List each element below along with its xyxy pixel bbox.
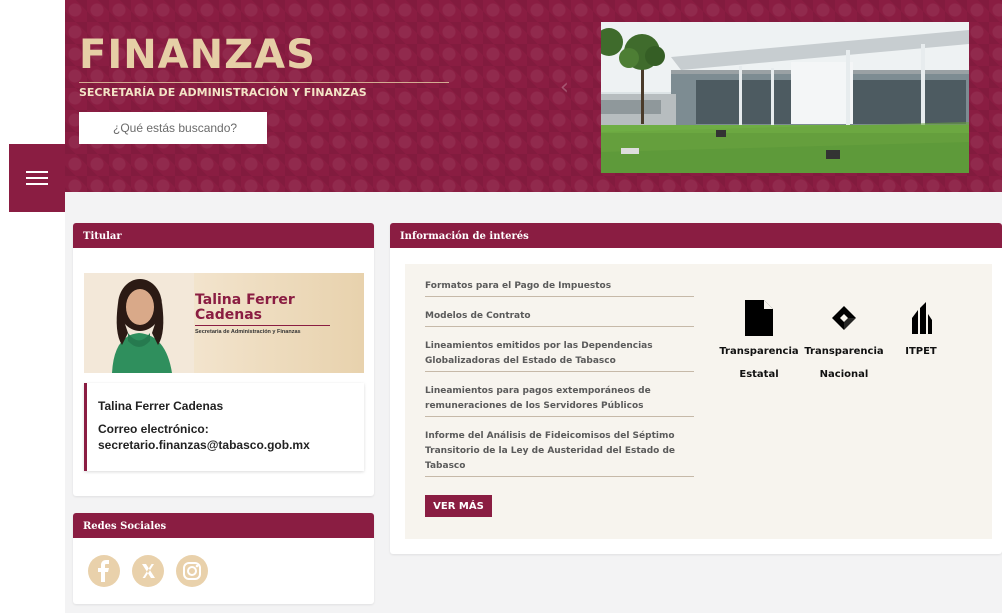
social-links [88,555,208,587]
document-icon [716,300,802,336]
info-heading: Información de interés [390,223,1002,248]
titular-info: Talina Ferrer Cadenas Correo electrónico… [84,383,364,471]
quick-link-transparencia-nacional[interactable]: Transparencia Nacional [801,300,887,386]
social-card: Redes Sociales [73,513,374,604]
page: FINANZAS SECRETARÍA DE ADMINISTRACIÓN Y … [0,0,1002,613]
quick-link-label: Transparencia Estatal [719,346,799,380]
info-link-0[interactable]: Formatos para el Pago de Impuestos [425,279,694,297]
email-link[interactable]: secretario.finanzas@tabasco.gob.mx [98,438,364,452]
info-card: Información de interés Formatos para el … [390,223,1002,554]
facebook-icon[interactable] [88,555,120,587]
titular-card: Titular Talina Ferrer Cadenas Secretaria… [73,223,374,496]
titular-banner: Talina Ferrer Cadenas Secretaria de Admi… [84,273,364,373]
building-photo [601,22,969,173]
banner-divider [195,325,330,326]
info-link-4[interactable]: Informe del Análisis de Fideicomisos del… [425,429,694,477]
itpet-logo [878,300,964,336]
x-icon[interactable] [132,555,164,587]
site-header: FINANZAS SECRETARÍA DE ADMINISTRACIÓN Y … [65,0,1002,192]
quick-link-label: Transparencia Nacional [804,346,884,380]
quick-link-label: ITPET [905,346,937,357]
social-heading: Redes Sociales [73,513,374,538]
hero-image [601,22,969,173]
transparencia-nacional-logo [801,300,887,336]
search-input[interactable] [79,112,267,144]
titular-name: Talina Ferrer Cadenas [98,399,224,413]
banner-role: Secretaria de Administración y Finanzas [195,329,301,335]
instagram-icon[interactable] [176,555,208,587]
carousel-prev-icon[interactable]: ‹ [560,75,574,100]
titular-heading: Titular [73,223,374,248]
info-link-3[interactable]: Lineamientos para pagos extemporáneos de… [425,384,694,417]
info-links: Formatos para el Pago de Impuestos Model… [425,279,694,487]
info-panel: Formatos para el Pago de Impuestos Model… [405,264,992,539]
info-link-2[interactable]: Lineamientos emitidos por las Dependenci… [425,339,694,372]
brand-divider [79,82,449,83]
banner-name: Talina Ferrer Cadenas [195,292,295,323]
quick-link-itpet[interactable]: ITPET [878,300,964,363]
portrait-image [84,273,194,373]
email-label: Correo electrónico: [98,422,209,436]
menu-button[interactable] [9,144,65,212]
quick-link-transparencia-estatal[interactable]: Transparencia Estatal [716,300,802,386]
brand-subtitle: SECRETARÍA DE ADMINISTRACIÓN Y FINANZAS [79,86,367,99]
info-link-1[interactable]: Modelos de Contrato [425,309,694,327]
hamburger-icon [26,171,48,185]
ver-mas-button[interactable]: VER MÁS [425,495,492,517]
brand-title[interactable]: FINANZAS [79,32,316,78]
